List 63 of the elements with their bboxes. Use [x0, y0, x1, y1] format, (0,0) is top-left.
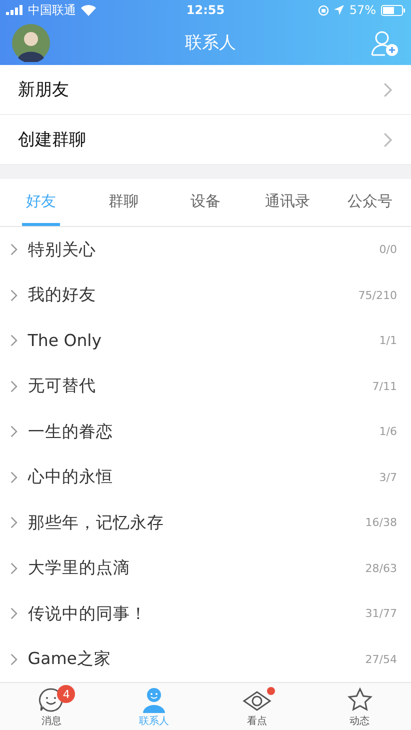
battery-percent: 57%	[349, 3, 376, 17]
carrier-name: 中国联通	[28, 2, 76, 18]
group-name: 一生的眷恋	[28, 420, 114, 443]
chevron-icon	[10, 288, 18, 302]
online-count: 27/54	[365, 652, 397, 666]
menu-label: 创建群聊	[18, 129, 87, 151]
tab-bar-item[interactable]: 动态	[308, 683, 411, 730]
chevron-icon	[10, 562, 18, 575]
chevron-icon	[10, 607, 18, 620]
chevron-icon	[10, 470, 18, 484]
menu-label: 新朋友	[18, 79, 70, 101]
group-row[interactable]: 无可替代 7/11	[0, 364, 411, 409]
chevron-icon	[383, 82, 393, 98]
online-count: 16/38	[365, 516, 397, 530]
signal-icon	[6, 5, 23, 15]
chevron-icon	[10, 334, 18, 348]
group-name: Game之家	[28, 648, 112, 670]
online-count: 1/6	[379, 425, 397, 438]
group-row[interactable]: Game之家 27/54	[0, 636, 411, 682]
avatar[interactable]	[12, 24, 50, 62]
battery-icon	[381, 4, 406, 16]
tab-bar-item[interactable]: 消息 4	[0, 683, 103, 730]
chevron-icon	[10, 652, 18, 666]
online-count: 3/7	[379, 470, 397, 484]
group-name: 我的好友	[28, 284, 97, 306]
menu-row[interactable]: 新朋友	[0, 65, 411, 115]
group-name: 特别关心	[28, 238, 97, 261]
group-row[interactable]: 特别关心 0/0	[0, 227, 411, 272]
group-name: 心中的永恒	[28, 466, 114, 488]
tab-bar-item[interactable]: 看点	[206, 683, 308, 730]
online-count: 28/63	[365, 562, 397, 575]
online-count: 7/11	[372, 380, 397, 393]
chevron-icon	[10, 425, 18, 438]
group-row[interactable]: 大学里的点滴 28/63	[0, 546, 411, 591]
group-row[interactable]: 那些年，记忆永存 16/38	[0, 500, 411, 546]
group-name: 传说中的同事！	[28, 602, 148, 625]
online-count: 0/0	[379, 243, 397, 256]
group-name: 无可替代	[28, 375, 97, 398]
wifi-icon	[81, 4, 96, 16]
group-row[interactable]: 心中的永恒 3/7	[0, 454, 411, 500]
rotation-lock-icon	[318, 4, 330, 16]
tab[interactable]: 公众号	[343, 179, 396, 226]
group-row[interactable]: 一生的眷恋 1/6	[0, 409, 411, 454]
group-row[interactable]: 我的好友 75/210	[0, 272, 411, 318]
page-title: 联系人	[184, 32, 237, 54]
group-row[interactable]: 传说中的同事！ 31/77	[0, 591, 411, 636]
chevron-icon	[10, 380, 18, 393]
group-row[interactable]: The Only 1/1	[0, 318, 411, 364]
group-name: 那些年，记忆永存	[28, 512, 165, 534]
online-count: 31/77	[365, 607, 397, 620]
clock-time: 12:55	[186, 3, 225, 17]
tab[interactable]: 设备	[186, 179, 224, 226]
location-arrow-icon	[334, 5, 344, 15]
online-count: 1/1	[379, 334, 397, 348]
group-name: 大学里的点滴	[28, 557, 131, 580]
tab[interactable]: 通讯录	[261, 179, 314, 226]
chevron-icon	[383, 132, 393, 148]
online-count: 75/210	[358, 288, 397, 302]
chevron-icon	[10, 516, 18, 530]
group-name: The Only	[28, 331, 103, 350]
unread-badge: 4	[57, 685, 76, 703]
chevron-icon	[10, 243, 18, 256]
tab[interactable]: 群聊	[104, 179, 142, 226]
